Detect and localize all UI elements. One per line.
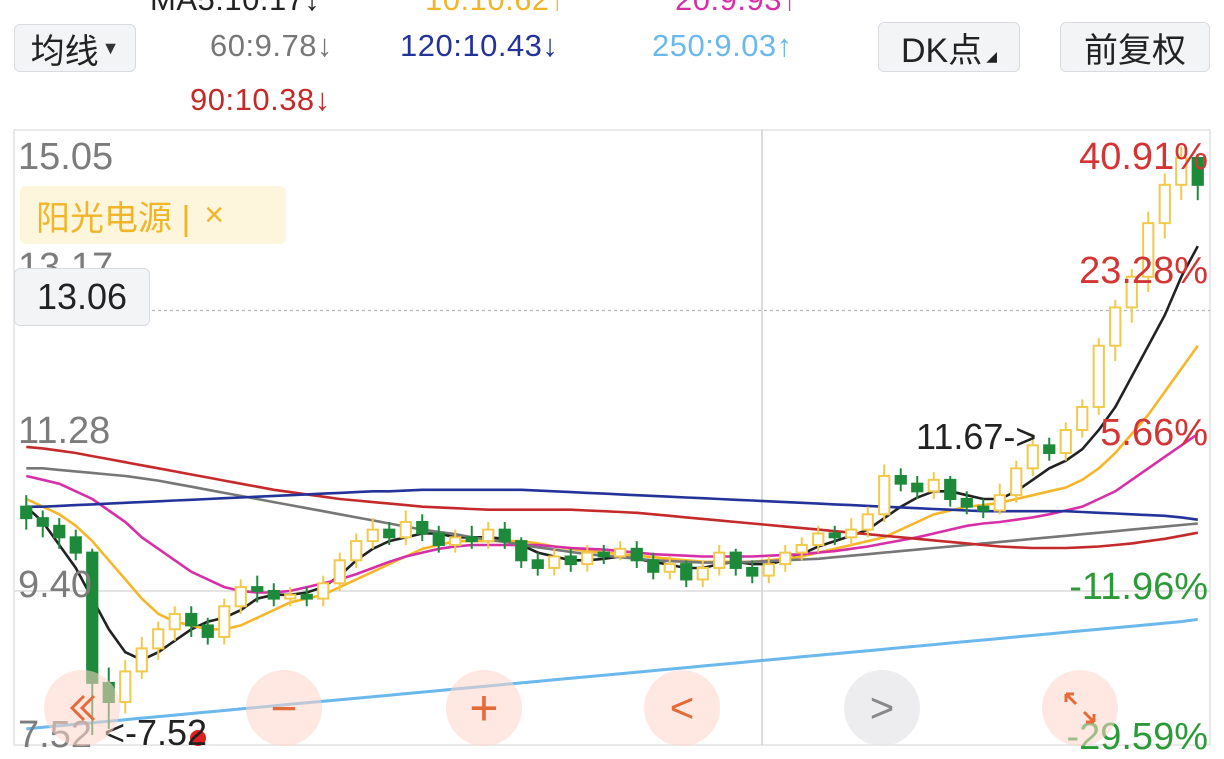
candle-body-58: [977, 505, 990, 512]
candle-body-37: [630, 547, 643, 562]
candle-body-66: [1109, 306, 1122, 347]
candle-body-64: [1076, 406, 1089, 432]
pct-tick-3: -11.96%: [1069, 566, 1208, 608]
candle-body-17: [300, 593, 313, 600]
candle-body-36: [614, 547, 627, 558]
candle-body-47: [795, 543, 808, 554]
candle-body-35: [597, 551, 610, 558]
next-button[interactable]: >: [844, 670, 920, 746]
close-icon[interactable]: ×: [204, 196, 224, 235]
candle-body-21: [366, 528, 379, 543]
fullscreen-button[interactable]: [1042, 670, 1118, 746]
plus-icon: +: [469, 680, 499, 736]
chevron-right-icon: >: [869, 684, 895, 731]
candle-body-23: [399, 520, 412, 539]
y-tick-0: 15.05: [18, 136, 114, 178]
candle-body-8: [152, 628, 165, 650]
kline-chart[interactable]: [0, 0, 1224, 750]
candle-body-22: [383, 528, 396, 539]
candle-body-57: [960, 497, 973, 508]
candle-body-26: [449, 536, 462, 546]
candle-body-48: [812, 532, 825, 546]
candle-body-29: [498, 528, 511, 543]
chevron-left-icon: <: [669, 684, 695, 731]
candle-body-49: [828, 532, 841, 539]
candle-body-0: [20, 505, 33, 520]
candle-body-50: [845, 528, 858, 539]
zoom-out-button[interactable]: −: [246, 670, 322, 746]
candle-body-1: [36, 517, 49, 527]
minus-icon: −: [270, 682, 298, 734]
candle-body-9: [168, 612, 181, 631]
candle-body-12: [218, 605, 231, 638]
candle-body-44: [746, 566, 759, 577]
double-left-arrow-icon: [69, 694, 96, 722]
price-cursor-value: 13.06: [36, 276, 128, 317]
candle-body-11: [201, 624, 214, 638]
pct-tick-0: 40.91%: [1079, 136, 1208, 178]
candle-body-33: [564, 555, 577, 566]
zoom-in-button[interactable]: +: [446, 670, 522, 746]
candle-body-56: [944, 478, 957, 500]
candle-body-69: [1158, 183, 1171, 225]
prev-button[interactable]: <: [644, 670, 720, 746]
candle-body-30: [515, 540, 528, 562]
candle-body-24: [416, 520, 429, 535]
candle-body-38: [647, 559, 660, 573]
candle-body-31: [531, 559, 544, 569]
candle-body-42: [713, 551, 726, 569]
candle-body-55: [927, 478, 940, 493]
candle-body-28: [482, 528, 495, 543]
candle-body-34: [581, 551, 594, 566]
candle-body-53: [894, 475, 907, 485]
candle-body-16: [284, 593, 297, 600]
pct-tick-2: 5.66%: [1100, 412, 1208, 454]
candle-body-7: [135, 647, 148, 673]
candle-body-60: [1010, 467, 1023, 497]
candle-body-40: [680, 563, 693, 581]
candle-body-20: [350, 540, 363, 562]
candle-body-2: [53, 524, 66, 539]
candle-body-3: [69, 536, 82, 554]
candle-body-65: [1092, 344, 1105, 409]
candle-body-13: [234, 586, 247, 608]
candle-body-41: [696, 566, 709, 581]
y-tick-3: 9.40: [18, 564, 92, 606]
candle-body-32: [548, 555, 561, 569]
back-icon[interactable]: [44, 670, 120, 746]
y-tick-2: 11.28: [18, 410, 111, 452]
candle-body-15: [267, 589, 280, 600]
candle-body-46: [779, 551, 792, 566]
candle-body-54: [911, 482, 924, 493]
candle-body-43: [729, 551, 742, 569]
expand-arrows-icon: [1064, 692, 1096, 724]
candle-body-62: [1043, 444, 1056, 455]
candle-body-63: [1059, 429, 1072, 455]
candle-body-25: [432, 532, 445, 546]
pct-tick-1: 23.28%: [1079, 250, 1208, 292]
min-annotation: <-7.52: [104, 712, 208, 753]
candle-body-52: [878, 475, 891, 516]
max-annotation: 11.67->: [916, 416, 1037, 457]
candle-body-39: [663, 563, 676, 573]
stock-tag: 阳光电源 | ×: [20, 186, 286, 244]
candle-body-51: [861, 513, 874, 531]
price-cursor-label: 13.06: [14, 268, 150, 326]
candle-body-14: [251, 586, 264, 592]
candle-body-6: [119, 670, 132, 704]
candle-body-45: [762, 563, 775, 577]
candle-body-19: [333, 559, 346, 585]
candle-body-59: [993, 494, 1006, 512]
candle-body-18: [317, 582, 330, 600]
candle-body-27: [465, 536, 478, 543]
stock-name: 阳光电源 |: [36, 199, 191, 238]
candle-body-10: [185, 612, 198, 627]
